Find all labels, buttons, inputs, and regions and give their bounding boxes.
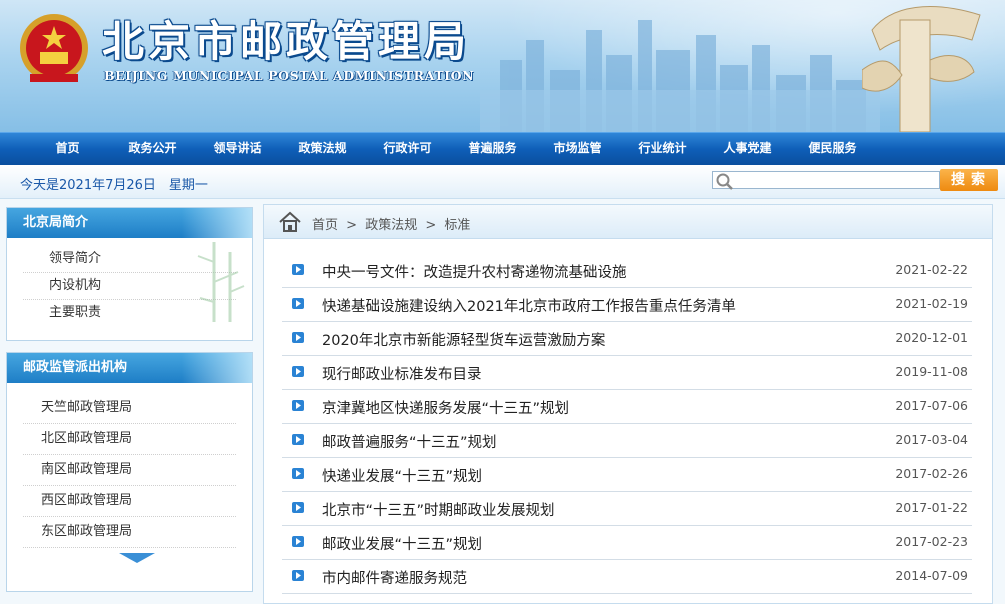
breadcrumb-home[interactable]: 首页 — [312, 218, 338, 233]
sidebar-intro-box: 北京局简介 领导简介 内设机构 主要职责 — [6, 207, 253, 341]
news-date: 2021-02-22 — [895, 262, 968, 277]
breadcrumb: 首页 > 政策法规 > 标准 — [312, 214, 474, 233]
arrow-bullet-icon — [292, 264, 304, 275]
sidebar-item-west[interactable]: 西区邮政管理局 — [23, 486, 236, 517]
news-title[interactable]: 京津冀地区快递服务发展“十三五”规划 — [322, 397, 569, 418]
news-row: 北京市“十三五”时期邮政业发展规划 2017-01-22 — [282, 491, 972, 526]
news-date: 2019-11-08 — [895, 364, 968, 379]
nav-item-statistics[interactable]: 行业统计 — [620, 133, 705, 165]
arrow-bullet-icon — [292, 570, 304, 581]
search-button[interactable]: 搜索 — [940, 169, 998, 191]
search-input[interactable] — [712, 171, 940, 189]
news-title[interactable]: 北京市“十三五”时期邮政业发展规划 — [322, 499, 555, 520]
nav-item-public-service[interactable]: 便民服务 — [790, 133, 875, 165]
news-row: 市内邮件寄递服务规范 2014-07-09 — [282, 559, 972, 594]
arrow-bullet-icon — [292, 468, 304, 479]
arrow-bullet-icon — [292, 502, 304, 513]
arrow-bullet-icon — [292, 298, 304, 309]
arrow-bullet-icon — [292, 332, 304, 343]
news-title[interactable]: 2020年北京市新能源轻型货车运营激励方案 — [322, 329, 605, 350]
news-row: 邮政业发展“十三五”规划 2017-02-23 — [282, 525, 972, 560]
nav-item-universal-service[interactable]: 普遍服务 — [450, 133, 535, 165]
breadcrumb-policy[interactable]: 政策法规 — [365, 218, 417, 233]
news-title[interactable]: 邮政普遍服务“十三五”规划 — [322, 431, 497, 452]
breadcrumb-bar: 首页 > 政策法规 > 标准 — [264, 205, 992, 239]
sidebar-intro-list: 领导简介 内设机构 主要职责 — [7, 238, 252, 326]
news-row: 2020年北京市新能源轻型货车运营激励方案 2020-12-01 — [282, 321, 972, 356]
home-icon[interactable] — [278, 211, 302, 233]
bamboo-decoration-icon — [197, 242, 245, 322]
news-date: 2021-02-19 — [895, 296, 968, 311]
sidebar-item-south[interactable]: 南区邮政管理局 — [23, 455, 236, 486]
nav-item-licensing[interactable]: 行政许可 — [365, 133, 450, 165]
sidebar-item-north[interactable]: 北区邮政管理局 — [23, 424, 236, 455]
nav-item-home[interactable]: 首页 — [25, 133, 110, 165]
news-title[interactable]: 中央一号文件：改造提升农村寄递物流基础设施 — [322, 261, 627, 282]
search-icon — [716, 173, 733, 190]
news-row: 现行邮政业标准发布目录 2019-11-08 — [282, 355, 972, 390]
news-row: 京津冀地区快递服务发展“十三五”规划 2017-07-06 — [282, 389, 972, 424]
news-date: 2014-07-09 — [895, 568, 968, 583]
news-row: 中央一号文件：改造提升农村寄递物流基础设施 2021-02-22 — [282, 253, 972, 288]
news-date: 2017-02-26 — [895, 466, 968, 481]
nav-item-personnel[interactable]: 人事党建 — [705, 133, 790, 165]
news-date: 2020-12-01 — [895, 330, 968, 345]
news-title[interactable]: 现行邮政业标准发布目录 — [322, 363, 482, 384]
site-subtitle: BEIJING MUNICIPAL POSTAL ADMINISTRATION — [104, 68, 475, 83]
sidebar-item-tianzhu[interactable]: 天竺邮政管理局 — [23, 393, 236, 424]
sidebar-intro-heading: 北京局简介 — [7, 208, 252, 238]
huabiao-column-image — [862, 6, 981, 132]
sidebar-item-east[interactable]: 东区邮政管理局 — [23, 517, 236, 548]
scroll-down-arrow-icon[interactable] — [119, 553, 155, 563]
breadcrumb-current: 标准 — [444, 218, 471, 233]
city-skyline-image — [480, 20, 880, 132]
news-row: 邮政普遍服务“十三五”规划 2017-03-04 — [282, 423, 972, 458]
nav-item-leader-speeches[interactable]: 领导讲话 — [195, 133, 280, 165]
nav-item-policy[interactable]: 政策法规 — [280, 133, 365, 165]
arrow-bullet-icon — [292, 434, 304, 445]
national-emblem-icon — [20, 14, 88, 82]
news-title[interactable]: 市内邮件寄递服务规范 — [322, 567, 467, 588]
news-title[interactable]: 快递业发展“十三五”规划 — [322, 465, 482, 486]
news-title[interactable]: 邮政业发展“十三五”规划 — [322, 533, 482, 554]
arrow-bullet-icon — [292, 400, 304, 411]
current-date: 今天是2021年7月26日 星期一 — [20, 178, 208, 193]
site-header: 北京市邮政管理局 BEIJING MUNICIPAL POSTAL ADMINI… — [0, 0, 1005, 132]
news-title[interactable]: 快递基础设施建设纳入2021年北京市政府工作报告重点任务清单 — [322, 295, 736, 316]
news-date: 2017-03-04 — [895, 432, 968, 447]
sidebar-branches-box: 邮政监管派出机构 天竺邮政管理局 北区邮政管理局 南区邮政管理局 西区邮政管理局… — [6, 352, 253, 592]
news-row: 快递基础设施建设纳入2021年北京市政府工作报告重点任务清单 2021-02-1… — [282, 287, 972, 322]
arrow-bullet-icon — [292, 536, 304, 547]
sidebar-branches-list: 天竺邮政管理局 北区邮政管理局 南区邮政管理局 西区邮政管理局 东区邮政管理局 — [7, 383, 252, 548]
arrow-bullet-icon — [292, 366, 304, 377]
sidebar-branches-heading: 邮政监管派出机构 — [7, 353, 252, 383]
site-title: 北京市邮政管理局 — [102, 17, 471, 66]
news-row: 快递业发展“十三五”规划 2017-02-26 — [282, 457, 972, 492]
news-date: 2017-02-23 — [895, 534, 968, 549]
main-content: 首页 > 政策法规 > 标准 中央一号文件：改造提升农村寄递物流基础设施 202… — [263, 204, 993, 604]
nav-item-market-supervision[interactable]: 市场监管 — [535, 133, 620, 165]
news-date: 2017-07-06 — [895, 398, 968, 413]
news-date: 2017-01-22 — [895, 500, 968, 515]
breadcrumb-separator: > — [425, 218, 437, 233]
nav-item-gov-affairs[interactable]: 政务公开 — [110, 133, 195, 165]
main-nav: 首页 政务公开 领导讲话 政策法规 行政许可 普遍服务 市场监管 行业统计 人事… — [0, 132, 1005, 165]
breadcrumb-separator: > — [346, 218, 358, 233]
